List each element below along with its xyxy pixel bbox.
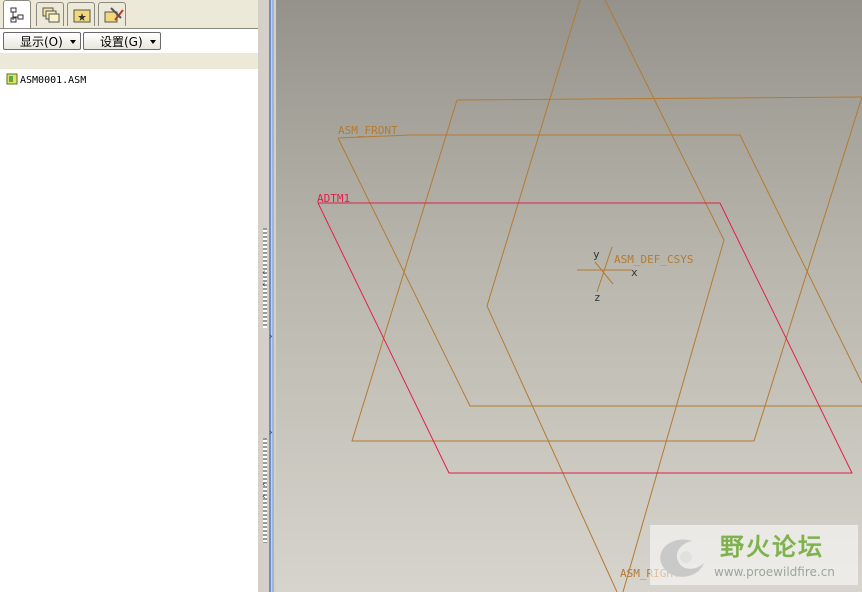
- watermark-url: www.proewildfire.cn: [714, 565, 835, 579]
- model-tree: ASM0001.ASM: [0, 69, 259, 592]
- csys-label[interactable]: ASM_DEF_CSYS: [614, 253, 693, 266]
- sash-line: [269, 0, 271, 592]
- folder-browser-icon: [73, 9, 91, 23]
- tab-model-tree[interactable]: [3, 0, 31, 28]
- expand-right-icon[interactable]: ›: [269, 332, 273, 342]
- favorites-tools-icon: [104, 7, 124, 23]
- csys-axis-x: x: [631, 266, 638, 279]
- show-menu-label: 显示(O): [20, 35, 63, 49]
- tab-favorites-tools[interactable]: [98, 2, 126, 26]
- sash-grip-upper[interactable]: [263, 228, 267, 328]
- settings-menu-button[interactable]: 设置(G): [83, 32, 161, 50]
- datum-label-asm-front[interactable]: ASM_FRONT: [338, 124, 398, 137]
- tab-layers[interactable]: [36, 2, 64, 26]
- navigator-tabs: [0, 0, 262, 28]
- collapse-left-icon[interactable]: ‹: [262, 480, 266, 490]
- forum-watermark: 野火论坛 www.proewildfire.cn: [650, 525, 858, 585]
- sash-line-light: [272, 0, 274, 592]
- tree-item-label: ASM0001.ASM: [20, 75, 87, 86]
- model-tree-icon: [10, 7, 24, 23]
- collapse-left-icon[interactable]: ‹: [262, 268, 266, 278]
- watermark-logo-icon: [660, 539, 704, 577]
- assembly-icon: [6, 73, 18, 85]
- datum-plane-adtm1[interactable]: [317, 202, 853, 474]
- chevron-down-icon: [70, 40, 76, 44]
- chevron-down-icon: [150, 40, 156, 44]
- navigator-panel: 显示(O) 设置(G) ASM0001.ASM: [0, 0, 262, 592]
- collapse-left-icon[interactable]: ‹: [262, 280, 266, 290]
- layers-icon: [42, 7, 60, 23]
- collapse-left-icon[interactable]: ‹: [262, 492, 266, 502]
- datum-label-adtm1[interactable]: ADTM1: [317, 192, 350, 205]
- watermark-title: 野火论坛: [720, 533, 824, 561]
- datum-plane-asm-right[interactable]: [604, 0, 725, 592]
- settings-menu-label: 设置(G): [100, 35, 143, 49]
- graphics-viewport[interactable]: ASM_FRONT ADTM1 ASM_RIGHT ASM_DEF_CSYS y…: [276, 0, 862, 592]
- tab-folder-browser[interactable]: [67, 2, 95, 26]
- csys-axis-z: z: [594, 291, 601, 304]
- tree-item-root-assembly[interactable]: ASM0001.ASM: [6, 73, 86, 87]
- navigator-toolbar: 显示(O) 设置(G): [0, 28, 262, 53]
- panel-sash[interactable]: ‹ ‹ › › ‹ ‹: [258, 0, 276, 592]
- datum-graphics: ASM_FRONT ADTM1 ASM_RIGHT ASM_DEF_CSYS y…: [317, 0, 862, 592]
- datum-plane-asm-top[interactable]: [351, 96, 862, 442]
- csys-axis-y: y: [593, 248, 600, 261]
- tree-column-header[interactable]: [0, 52, 258, 70]
- show-menu-button[interactable]: 显示(O): [3, 32, 81, 50]
- expand-right-icon[interactable]: ›: [269, 428, 273, 438]
- sash-grip-lower[interactable]: [263, 438, 267, 543]
